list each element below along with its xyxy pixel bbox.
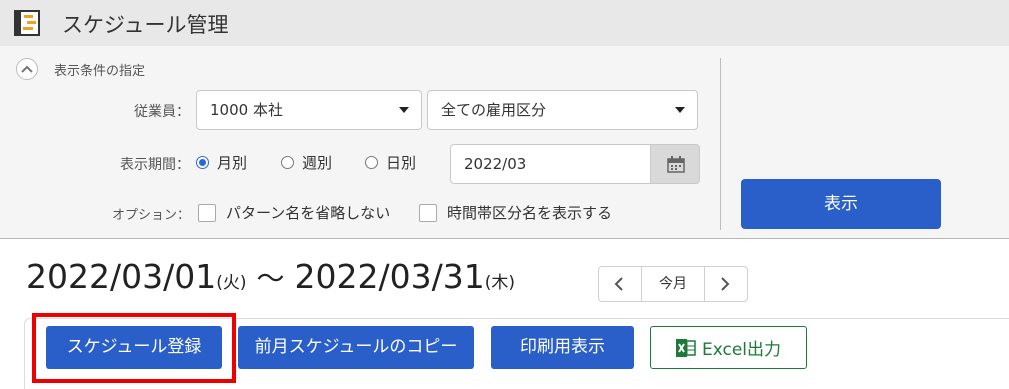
- range-end-day: (木): [484, 273, 515, 293]
- period-navigation: 今月: [598, 266, 748, 302]
- chevron-right-icon: [721, 277, 730, 291]
- page-title: スケジュール管理: [62, 13, 229, 37]
- filter-panel: 表示条件の指定 従業員： 1000 本社 全ての雇用区分 表示期間： 月別 週別…: [0, 46, 1009, 239]
- radio-icon: [365, 156, 378, 169]
- dropdown-arrow-icon: [675, 107, 685, 113]
- checkbox-label: パターン名を省略しない: [226, 204, 391, 222]
- excel-export-label: Excel出力: [701, 340, 782, 360]
- divider: [720, 58, 721, 230]
- date-range-heading: 2022/03/01 (火) 〜 2022/03/31 (木): [26, 257, 515, 297]
- employment-type-select-value: 全ての雇用区分: [441, 101, 547, 119]
- checkbox-icon: [419, 203, 437, 222]
- collapse-button[interactable]: [16, 58, 38, 80]
- range-end-date: 2022/03/31: [294, 257, 485, 296]
- title-bar: スケジュール管理: [0, 0, 1009, 46]
- range-start-day: (火): [216, 273, 247, 293]
- excel-icon: [675, 338, 696, 357]
- excel-export-button[interactable]: Excel出力: [650, 326, 807, 369]
- radio-label: 週別: [302, 154, 333, 172]
- filter-section-label: 表示条件の指定: [54, 64, 146, 79]
- checkbox-icon: [198, 203, 216, 222]
- period-radio-monthly[interactable]: 月別: [196, 152, 247, 173]
- radio-icon: [281, 156, 294, 169]
- month-input[interactable]: 2022/03: [450, 144, 650, 184]
- option-full-pattern-name[interactable]: パターン名を省略しない: [198, 202, 390, 223]
- radio-selected-icon: [196, 156, 209, 169]
- calendar-button[interactable]: [650, 144, 700, 184]
- employee-label: 従業員：: [134, 104, 190, 120]
- option-show-time-zone[interactable]: 時間帯区分名を表示する: [419, 202, 612, 223]
- employment-type-select[interactable]: 全ての雇用区分: [427, 90, 698, 130]
- range-start-date: 2022/03/01: [26, 257, 217, 296]
- chevron-up-icon: [21, 65, 33, 73]
- employee-select-value: 1000 本社: [210, 101, 283, 119]
- dropdown-arrow-icon: [399, 107, 409, 113]
- range-separator: 〜: [256, 262, 285, 295]
- copy-previous-month-button[interactable]: 前月スケジュールのコピー: [238, 326, 474, 369]
- employee-select[interactable]: 1000 本社: [196, 90, 422, 130]
- print-view-button[interactable]: 印刷用表示: [491, 326, 634, 369]
- prev-button[interactable]: [599, 267, 641, 301]
- period-radio-weekly[interactable]: 週別: [281, 152, 332, 173]
- show-button[interactable]: 表示: [741, 179, 941, 229]
- calendar-icon: [667, 156, 685, 173]
- next-button[interactable]: [705, 267, 747, 301]
- this-month-button[interactable]: 今月: [641, 267, 705, 301]
- options-label: オプション：: [111, 208, 190, 223]
- radio-label: 日別: [386, 154, 417, 172]
- chevron-left-icon: [614, 277, 623, 291]
- checkbox-label: 時間帯区分名を表示する: [447, 204, 613, 222]
- schedule-app-icon: [14, 10, 40, 36]
- radio-label: 月別: [217, 154, 248, 172]
- highlight-box: [32, 313, 236, 383]
- period-radio-daily[interactable]: 日別: [365, 152, 416, 173]
- period-label: 表示期間：: [120, 157, 190, 173]
